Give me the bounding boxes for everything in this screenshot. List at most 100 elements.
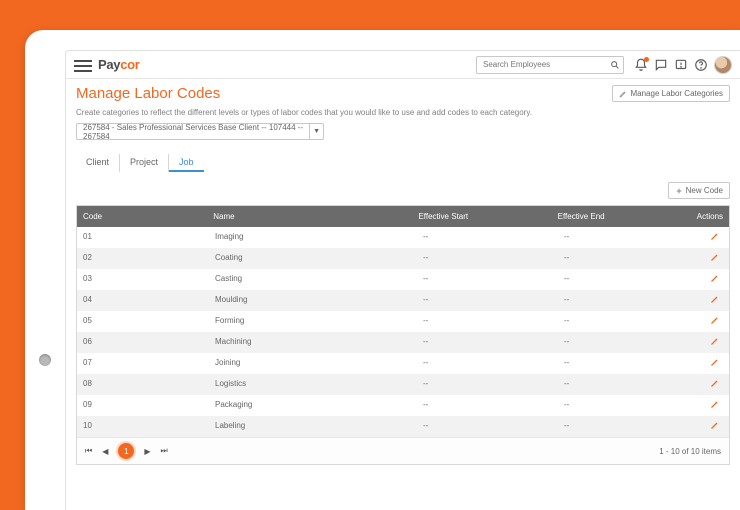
tablet-frame: Paycor bbox=[25, 30, 740, 510]
cell-start: -- bbox=[417, 248, 558, 269]
tablet-home-button[interactable] bbox=[39, 354, 51, 366]
cell-actions bbox=[699, 290, 729, 311]
page-title: Manage Labor Codes bbox=[76, 85, 220, 102]
cell-actions bbox=[699, 332, 729, 353]
th-name[interactable]: Name bbox=[207, 206, 412, 227]
cell-code: 01 bbox=[77, 227, 209, 248]
cell-end: -- bbox=[558, 395, 699, 416]
cell-end: -- bbox=[558, 269, 699, 290]
table-row: 07Joining---- bbox=[77, 353, 729, 374]
chevron-down-icon: ▼ bbox=[309, 124, 323, 139]
manage-categories-label: Manage Labor Categories bbox=[630, 89, 723, 98]
bell-icon[interactable] bbox=[634, 58, 648, 72]
cell-actions bbox=[699, 311, 729, 332]
cell-code: 10 bbox=[77, 416, 209, 437]
cell-name: Coating bbox=[209, 248, 417, 269]
cell-name: Machining bbox=[209, 332, 417, 353]
edit-icon[interactable] bbox=[710, 379, 719, 390]
pencil-icon bbox=[619, 90, 627, 98]
search-field[interactable] bbox=[476, 56, 624, 74]
table-row: 10Labeling---- bbox=[77, 416, 729, 437]
tab-job[interactable]: Job bbox=[169, 154, 204, 172]
cell-code: 04 bbox=[77, 290, 209, 311]
pager-first-icon[interactable]: ⏮ bbox=[85, 446, 92, 456]
manage-categories-button[interactable]: Manage Labor Categories bbox=[612, 85, 730, 102]
edit-icon[interactable] bbox=[710, 337, 719, 348]
th-effective-start[interactable]: Effective Start bbox=[412, 206, 551, 227]
pager-last-icon[interactable]: ⏭ bbox=[161, 446, 168, 456]
cell-name: Joining bbox=[209, 353, 417, 374]
edit-icon[interactable] bbox=[710, 400, 719, 411]
cell-code: 05 bbox=[77, 311, 209, 332]
cell-code: 08 bbox=[77, 374, 209, 395]
table-body: 01Imaging----02Coating----03Casting----0… bbox=[77, 227, 729, 437]
help-icon[interactable] bbox=[694, 58, 708, 72]
cell-start: -- bbox=[417, 290, 558, 311]
tab-project[interactable]: Project bbox=[120, 154, 169, 172]
edit-icon[interactable] bbox=[710, 274, 719, 285]
edit-icon[interactable] bbox=[710, 421, 719, 432]
cell-name: Logistics bbox=[209, 374, 417, 395]
cell-end: -- bbox=[558, 227, 699, 248]
cell-code: 03 bbox=[77, 269, 209, 290]
cell-code: 06 bbox=[77, 332, 209, 353]
cell-name: Imaging bbox=[209, 227, 417, 248]
plus-icon bbox=[675, 187, 683, 195]
search-input[interactable] bbox=[483, 60, 610, 69]
pager-prev-icon[interactable]: ◀ bbox=[102, 447, 108, 456]
feedback-icon[interactable] bbox=[674, 58, 688, 72]
cell-start: -- bbox=[417, 311, 558, 332]
avatar[interactable] bbox=[714, 56, 732, 74]
tab-client[interactable]: Client bbox=[76, 154, 120, 172]
cell-actions bbox=[699, 248, 729, 269]
th-actions: Actions bbox=[691, 206, 729, 227]
cell-name: Casting bbox=[209, 269, 417, 290]
cell-end: -- bbox=[558, 248, 699, 269]
edit-icon[interactable] bbox=[710, 295, 719, 306]
cell-name: Forming bbox=[209, 311, 417, 332]
search-icon bbox=[610, 60, 620, 70]
tabs: ClientProjectJob bbox=[76, 154, 730, 172]
pager-next-icon[interactable]: ▶ bbox=[144, 447, 150, 456]
cell-actions bbox=[699, 374, 729, 395]
cell-start: -- bbox=[417, 374, 558, 395]
table-row: 06Machining---- bbox=[77, 332, 729, 353]
table-header: Code Name Effective Start Effective End … bbox=[77, 206, 729, 227]
edit-icon[interactable] bbox=[710, 232, 719, 243]
cell-code: 02 bbox=[77, 248, 209, 269]
cell-end: -- bbox=[558, 332, 699, 353]
cell-actions bbox=[699, 227, 729, 248]
cell-end: -- bbox=[558, 353, 699, 374]
header-bar: Paycor bbox=[66, 51, 740, 79]
table-row: 03Casting---- bbox=[77, 269, 729, 290]
header-icons bbox=[634, 56, 732, 74]
edit-icon[interactable] bbox=[710, 253, 719, 264]
client-select-value: 267584 - Sales Professional Services Bas… bbox=[83, 123, 309, 141]
menu-icon[interactable] bbox=[74, 58, 92, 72]
table-row: 05Forming---- bbox=[77, 311, 729, 332]
new-code-button[interactable]: New Code bbox=[668, 182, 730, 199]
table-row: 01Imaging---- bbox=[77, 227, 729, 248]
cell-actions bbox=[699, 269, 729, 290]
cell-name: Moulding bbox=[209, 290, 417, 311]
cell-start: -- bbox=[417, 332, 558, 353]
new-code-label: New Code bbox=[686, 186, 723, 195]
cell-name: Packaging bbox=[209, 395, 417, 416]
th-effective-end[interactable]: Effective End bbox=[552, 206, 691, 227]
pager: ⏮ ◀ 1 ▶ ⏭ 1 - 10 of 10 items bbox=[77, 437, 729, 464]
table-row: 02Coating---- bbox=[77, 248, 729, 269]
cell-end: -- bbox=[558, 290, 699, 311]
edit-icon[interactable] bbox=[710, 358, 719, 369]
chat-icon[interactable] bbox=[654, 58, 668, 72]
cell-code: 09 bbox=[77, 395, 209, 416]
page-content: Manage Labor Codes Manage Labor Categori… bbox=[66, 79, 740, 465]
labor-codes-table: Code Name Effective Start Effective End … bbox=[76, 205, 730, 465]
edit-icon[interactable] bbox=[710, 316, 719, 327]
cell-actions bbox=[699, 416, 729, 437]
cell-start: -- bbox=[417, 227, 558, 248]
page-subtitle: Create categories to reflect the differe… bbox=[76, 108, 730, 117]
pager-current[interactable]: 1 bbox=[118, 443, 134, 459]
cell-start: -- bbox=[417, 416, 558, 437]
th-code[interactable]: Code bbox=[77, 206, 207, 227]
client-select[interactable]: 267584 - Sales Professional Services Bas… bbox=[76, 123, 324, 140]
